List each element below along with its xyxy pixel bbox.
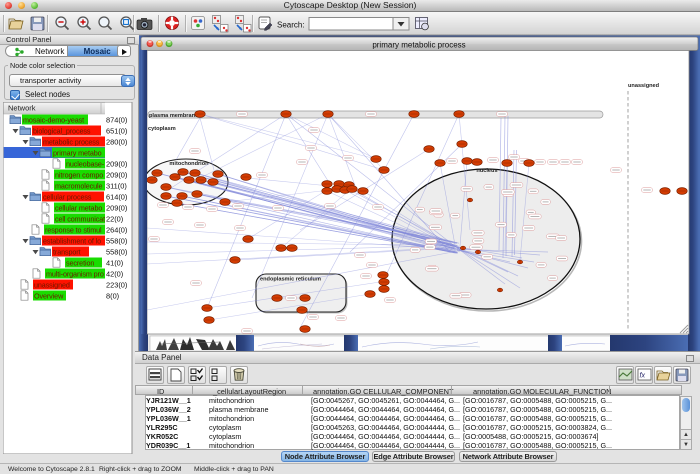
svg-text:Network: Network (8, 104, 36, 113)
svg-text:223(0): 223(0) (106, 281, 127, 290)
svg-text:874(0): 874(0) (106, 116, 127, 125)
svg-text:nucleobase-: nucleobase- (66, 160, 105, 169)
svg-text:264(0): 264(0) (106, 226, 127, 235)
svg-text:unassigned: unassigned (34, 281, 70, 290)
svg-text:primary metabolic process: primary metabolic process (372, 40, 465, 49)
svg-text:22(0): 22(0) (106, 215, 123, 224)
svg-text:209(0): 209(0) (106, 171, 127, 180)
svg-text:cytoplasm: cytoplasm (148, 126, 176, 132)
svg-text:209(0): 209(0) (106, 160, 127, 169)
svg-text:41(0): 41(0) (106, 259, 123, 268)
svg-text:fx: fx (640, 373, 646, 380)
svg-text:nitrogen compo: nitrogen compo (55, 171, 103, 180)
svg-text:209(...: 209(... (106, 149, 127, 158)
svg-text:macromolecule: macromolecule (55, 182, 103, 191)
svg-text:cellular process: cellular process (43, 193, 92, 202)
svg-text:311(0): 311(0) (106, 182, 127, 191)
svg-text:8(0): 8(0) (106, 292, 119, 301)
svg-text:280(0): 280(0) (106, 138, 127, 147)
svg-text:metabolic process: metabolic process (43, 138, 100, 147)
svg-text:Overview: Overview (34, 292, 64, 301)
svg-text:endoplasmic reticulum: endoplasmic reticulum (260, 277, 321, 283)
svg-text:mosaic-demo-yeast: mosaic-demo-yeast (23, 116, 84, 125)
svg-text:558(0): 558(0) (106, 248, 127, 257)
svg-text:cellular metabo: cellular metabo (55, 204, 102, 213)
svg-text:209(0): 209(0) (106, 204, 127, 213)
svg-text:transport: transport (53, 248, 81, 257)
svg-text:614(0): 614(0) (106, 193, 127, 202)
svg-text:651(0): 651(0) (106, 127, 127, 136)
svg-text:primary metabo: primary metabo (53, 149, 102, 158)
svg-text:mitochondrion: mitochondrion (169, 161, 209, 167)
svg-text:response to stimul: response to stimul (45, 226, 102, 235)
svg-text:Search:: Search: (277, 21, 305, 30)
svg-text:establishment of lo: establishment of lo (43, 237, 101, 246)
svg-text:plasma membrane: plasma membrane (149, 113, 198, 119)
svg-text:unassigned: unassigned (628, 83, 660, 89)
svg-text:42(0): 42(0) (106, 270, 123, 279)
svg-text:cell communicat: cell communicat (55, 215, 105, 224)
svg-text:biological_process: biological_process (33, 127, 91, 136)
svg-text:secretion: secretion (66, 259, 94, 268)
svg-text:558(0): 558(0) (106, 237, 127, 246)
svg-text:multi-organism pro: multi-organism pro (46, 270, 104, 279)
svg-text:nucleus: nucleus (476, 168, 497, 174)
